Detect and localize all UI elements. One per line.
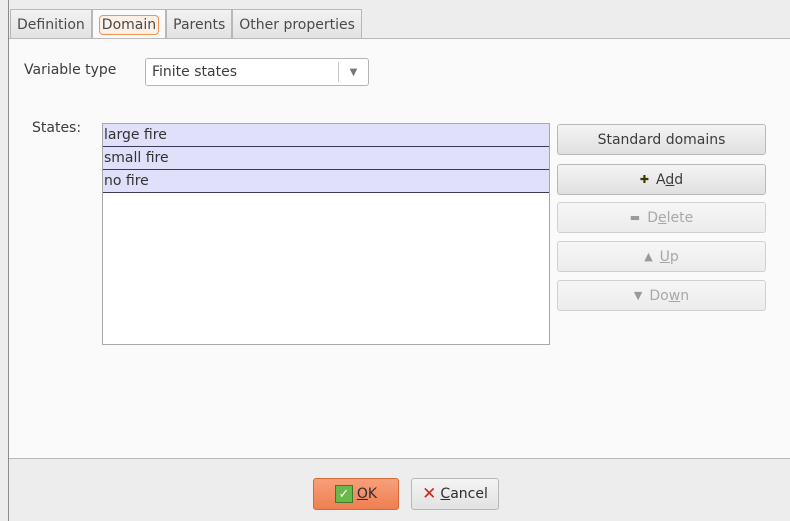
button-label: OK xyxy=(356,486,378,502)
button-label: Standard domains xyxy=(597,131,726,148)
button-label: Down xyxy=(649,287,690,304)
tab-other-properties[interactable]: Other properties xyxy=(232,9,362,39)
cancel-button[interactable]: ✕ Cancel xyxy=(411,478,499,510)
checkmark-icon: ✓ xyxy=(334,485,353,503)
states-label: States: xyxy=(32,120,82,136)
list-item[interactable]: large fire xyxy=(103,124,549,147)
delete-button[interactable]: ▬ Delete xyxy=(557,202,766,233)
arrow-up-icon: ▲ xyxy=(644,250,653,263)
button-label: Delete xyxy=(647,209,694,226)
tab-label: Parents xyxy=(173,16,226,33)
button-label: Add xyxy=(656,171,684,188)
variable-type-value: Finite states xyxy=(152,64,237,80)
ok-button[interactable]: ✓ OK xyxy=(313,478,399,510)
list-item[interactable]: small fire xyxy=(103,147,549,170)
standard-domains-button[interactable]: Standard domains xyxy=(557,124,766,155)
tab-label: Definition xyxy=(17,16,85,33)
variable-type-label: Variable type xyxy=(24,62,117,78)
chevron-down-icon[interactable]: ▼ xyxy=(338,62,368,82)
button-label: Cancel xyxy=(440,486,488,502)
add-button[interactable]: ✚ Add xyxy=(557,164,766,195)
tab-bar: Definition Domain Parents Other properti… xyxy=(10,8,362,40)
button-label: Up xyxy=(659,248,679,265)
window-edge xyxy=(0,0,9,521)
minus-icon: ▬ xyxy=(629,211,641,224)
variable-type-select[interactable]: Finite states ▼ xyxy=(145,58,369,86)
plus-icon: ✚ xyxy=(639,173,650,186)
up-button[interactable]: ▲ Up xyxy=(557,241,766,272)
tab-label: Other properties xyxy=(239,16,355,33)
tab-label: Domain xyxy=(98,15,160,35)
tab-definition[interactable]: Definition xyxy=(10,9,92,39)
down-button[interactable]: ▼ Down xyxy=(557,280,766,311)
tab-parents[interactable]: Parents xyxy=(166,9,233,39)
arrow-down-icon: ▼ xyxy=(633,289,643,302)
tab-domain[interactable]: Domain xyxy=(91,9,167,40)
list-item[interactable]: no fire xyxy=(103,170,549,193)
close-icon: ✕ xyxy=(422,484,437,504)
states-list[interactable]: large fire small fire no fire xyxy=(102,123,550,345)
